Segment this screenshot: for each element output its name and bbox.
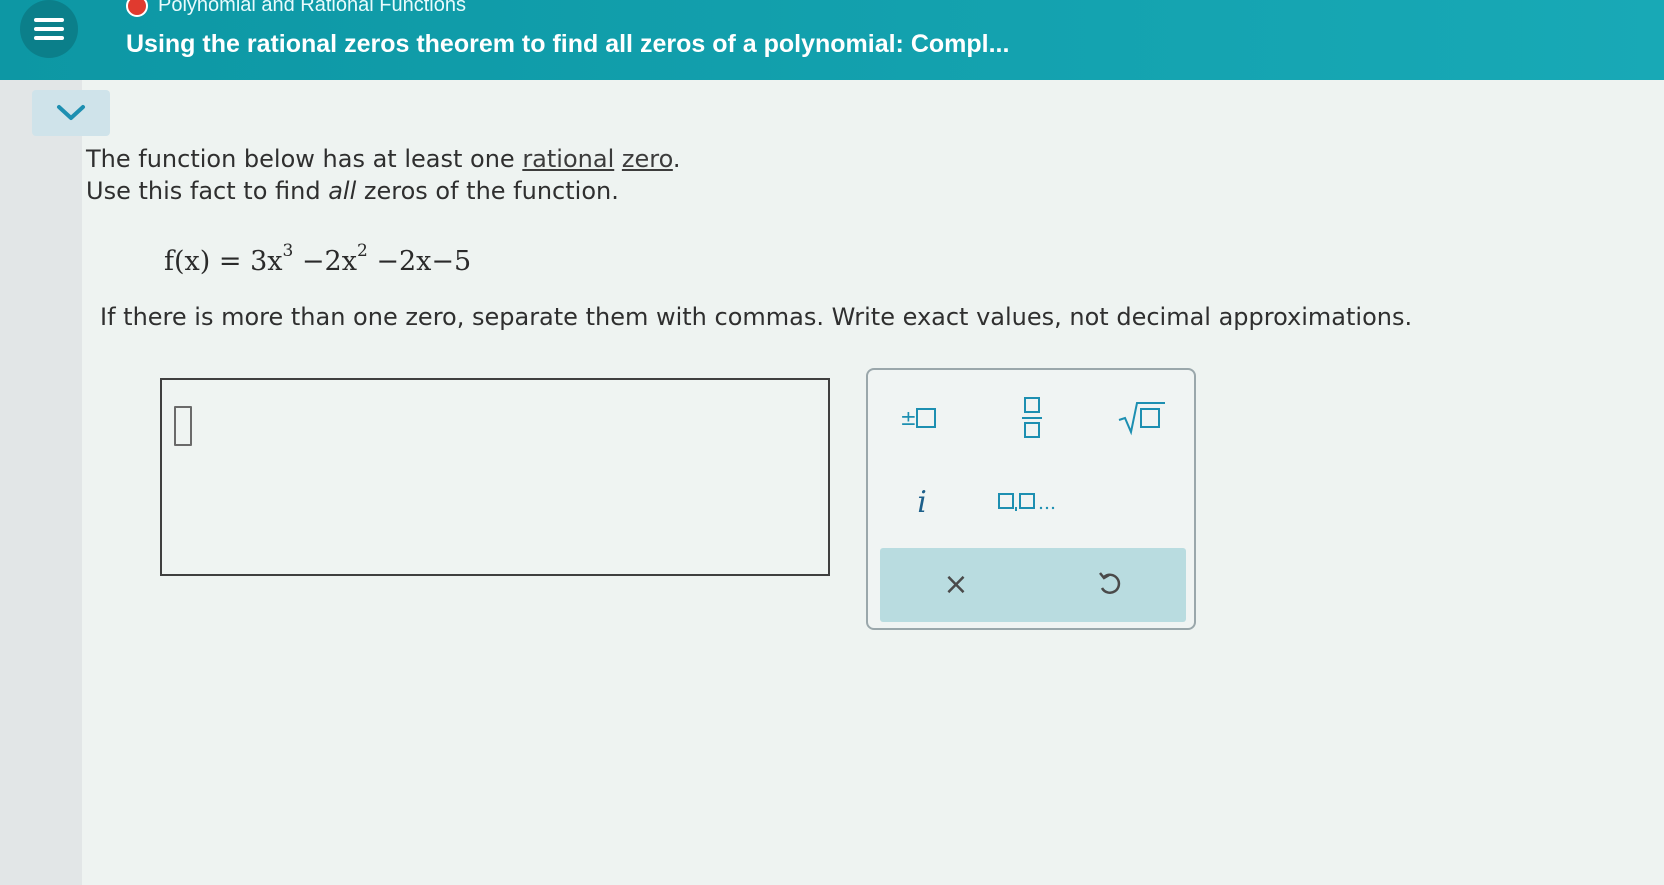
svg-text:±: ± bbox=[900, 406, 917, 430]
menu-button[interactable] bbox=[20, 0, 78, 58]
statement-text: The function below has at least one bbox=[86, 145, 523, 173]
formula-exponent: 3 bbox=[282, 241, 294, 261]
function-formula: f(x) = 3x3 −2x2 −2x−5 bbox=[164, 241, 472, 277]
square-root-button[interactable] bbox=[1102, 392, 1182, 444]
statement-text: zeros of the function. bbox=[356, 177, 619, 205]
formula-exponent: 2 bbox=[356, 241, 368, 261]
imaginary-i-button[interactable]: i bbox=[882, 476, 962, 528]
problem-statement-line-2: Use this fact to find all zeros of the f… bbox=[86, 177, 619, 205]
topic-status-dot bbox=[126, 0, 148, 17]
header-bar: Polynomial and Rational Functions Using … bbox=[0, 0, 1664, 80]
undo-icon bbox=[1099, 572, 1121, 595]
keypad-action-bar: × bbox=[880, 548, 1186, 622]
comma-list-icon bbox=[998, 493, 1055, 511]
plus-minus-icon: ± bbox=[900, 406, 936, 430]
glossary-link-rational[interactable]: rational bbox=[522, 145, 614, 173]
formula-tail: −2x−5 bbox=[367, 246, 472, 277]
clear-icon: × bbox=[943, 566, 969, 602]
fraction-icon bbox=[1022, 397, 1042, 438]
formula-lhs: f(x) = 3x bbox=[164, 246, 283, 277]
math-keypad: ± i × bbox=[866, 368, 1196, 630]
emphasis-text: all bbox=[328, 177, 357, 205]
statement-text: Use this fact to find bbox=[86, 177, 329, 205]
square-root-icon bbox=[1118, 402, 1165, 436]
topic-row: Polynomial and Rational Functions bbox=[126, 0, 466, 17]
answer-input[interactable] bbox=[160, 378, 830, 576]
left-sidebar-strip bbox=[0, 80, 82, 885]
hamburger-icon bbox=[34, 18, 64, 40]
plus-minus-button[interactable]: ± bbox=[882, 392, 962, 444]
clear-button[interactable]: × bbox=[916, 558, 996, 610]
undo-button[interactable] bbox=[1070, 558, 1150, 610]
formula-term: −2x bbox=[293, 246, 357, 277]
collapse-button[interactable] bbox=[32, 90, 110, 136]
cursor-placeholder bbox=[174, 406, 192, 446]
imaginary-i-label: i bbox=[917, 484, 927, 520]
fraction-button[interactable] bbox=[992, 392, 1072, 444]
instructions: If there is more than one zero, separate… bbox=[100, 303, 1413, 331]
list-separator-button[interactable] bbox=[992, 476, 1072, 528]
statement-period: . bbox=[672, 145, 681, 173]
topic-label: Polynomial and Rational Functions bbox=[158, 0, 466, 16]
glossary-link-zero[interactable]: zero bbox=[622, 145, 673, 173]
problem-statement-line-1: The function below has at least one rati… bbox=[86, 145, 680, 173]
page-title: Using the rational zeros theorem to find… bbox=[126, 30, 1010, 58]
chevron-down-icon bbox=[57, 105, 85, 120]
